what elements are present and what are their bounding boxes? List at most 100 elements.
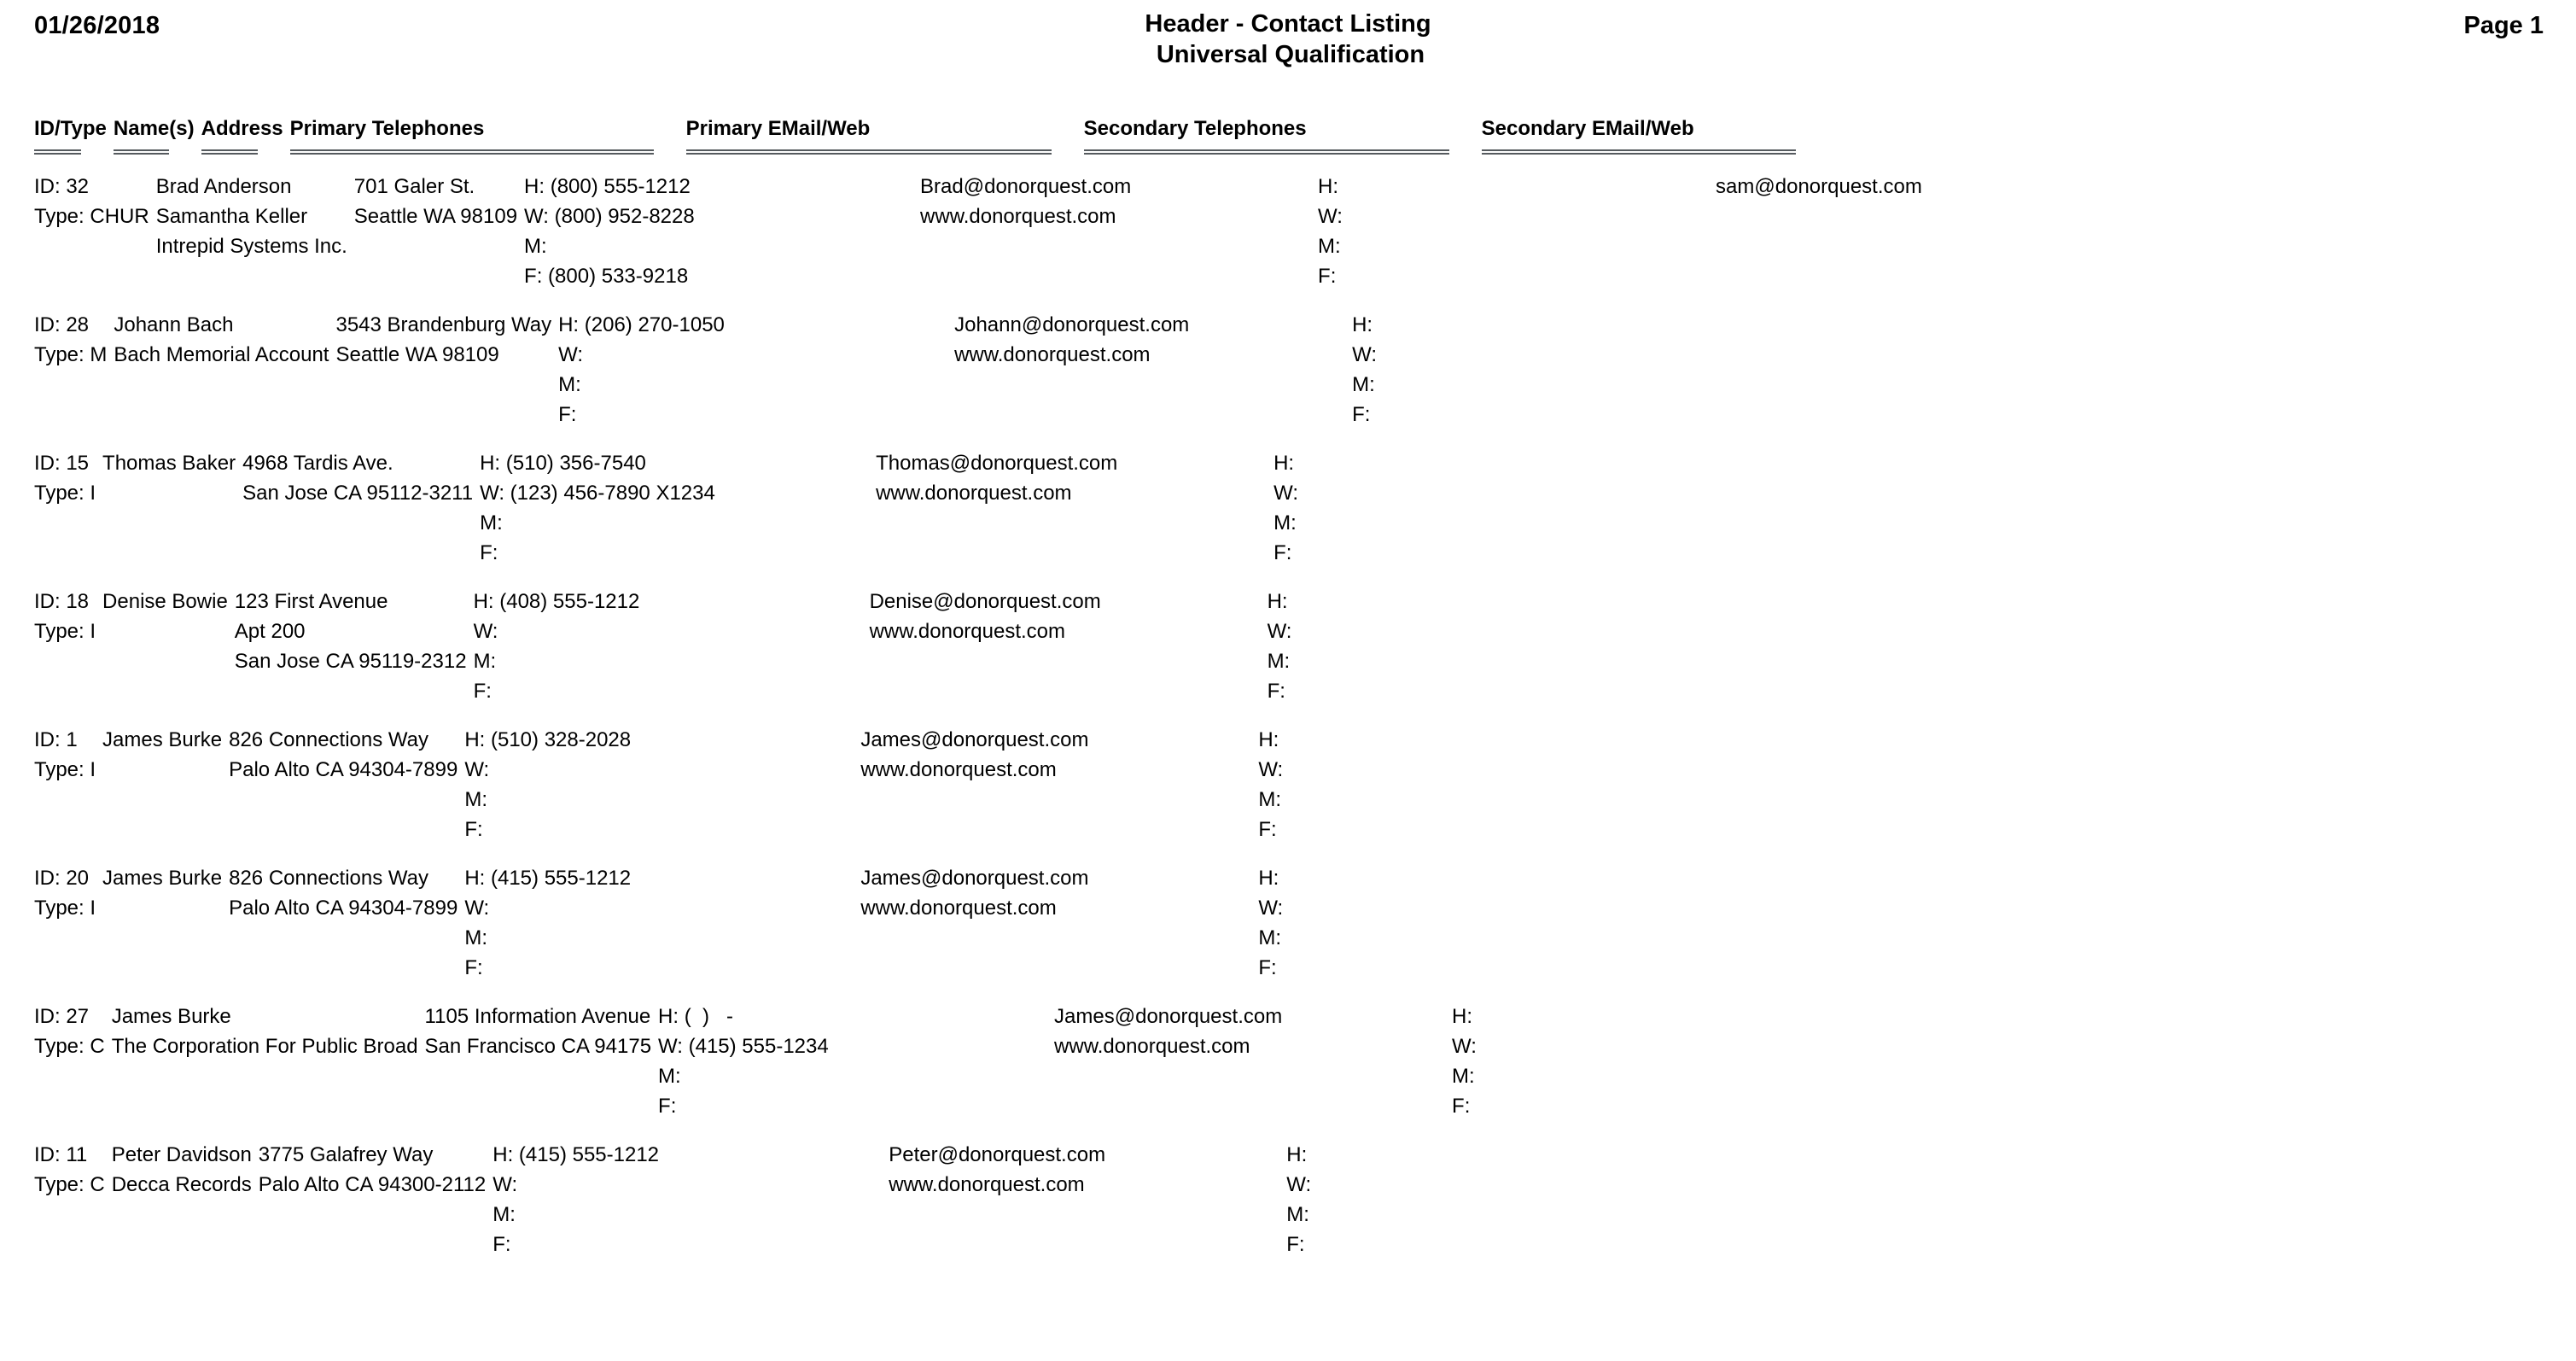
table-row[interactable]: ID: 32 Type: CHUR Brad Anderson Samantha Ke…: [34, 172, 2542, 291]
cell-line: Decca Records: [111, 1173, 252, 1196]
telephone-line: W:: [1352, 343, 1377, 366]
telephone-line: M:: [1452, 1065, 1475, 1088]
cell-line: ID: 32: [34, 175, 90, 198]
telephone-line: W:: [1318, 205, 1343, 228]
cell-line: 826 Connections Way: [229, 867, 429, 890]
telephone-line: M:: [524, 235, 547, 258]
cell-ptel: H: (415) 555-1212 W: M: F:: [464, 863, 860, 983]
cell-address: 1105 Information Avenue San Francisco CA …: [425, 1002, 659, 1061]
column-header-label: Name(s): [113, 117, 195, 140]
cell-ptel: H: ( ) - W: (415) 555-1234 M: F:: [658, 1002, 1054, 1121]
cell-stel: H: W: M: F:: [1352, 310, 1750, 429]
telephone-line: F: (800) 533-9218: [524, 265, 689, 288]
cell-line: Seattle WA 98109: [353, 205, 518, 228]
cell-line: Palo Alto CA 94300-2112: [258, 1173, 487, 1196]
column-header-label: Secondary Telephones: [1083, 117, 1307, 140]
telephone-line: F:: [464, 956, 483, 979]
cell-ptel: H: (408) 555-1212 W: M: F:: [474, 587, 870, 706]
telephone-line: F:: [492, 1233, 511, 1256]
cell-idtype: ID: 32 Type: CHUR: [34, 172, 156, 231]
telephone-line: H: (510) 356-7540: [480, 452, 646, 475]
telephone-line: M:: [492, 1203, 516, 1226]
cell-line: ID: 1: [34, 728, 78, 751]
telephone-line: F:: [1352, 403, 1371, 426]
telephone-line: H:: [1352, 313, 1373, 336]
telephone-line: F:: [1258, 818, 1277, 841]
telephone-line: W:: [1273, 482, 1298, 505]
cell-address: 826 Connections Way Palo Alto CA 94304-78…: [229, 725, 464, 785]
cell-line: Brad Anderson: [155, 175, 292, 198]
cell-line: Apt 200: [234, 620, 306, 643]
telephone-line: M:: [1258, 788, 1281, 811]
column-header-ptel: Primary Telephones: [289, 116, 686, 155]
column-header-rule: [1083, 149, 1449, 155]
telephone-line: W:: [1258, 758, 1284, 781]
cell-address: 123 First Avenue Apt 200 San Jose CA 95119…: [235, 587, 474, 676]
cell-line: Type: C: [34, 1035, 105, 1058]
cell-line: 1105 Information Avenue: [424, 1005, 651, 1028]
table-row[interactable]: ID: 27 Type: C James Burke The Corporation …: [34, 1002, 2542, 1121]
table-row[interactable]: ID: 11 Type: C Peter Davidson Decca Records…: [34, 1140, 2542, 1259]
cell-names: Johann Bach Bach Memorial Account: [114, 310, 335, 370]
table-row[interactable]: ID: 20 Type: I James Burke 826 Connections …: [34, 863, 2542, 983]
cell-line: www.donorquest.com: [1054, 1035, 1250, 1058]
cell-line: ID: 15: [34, 452, 90, 475]
telephone-line: M:: [473, 650, 497, 673]
column-header-label: ID/Type: [34, 117, 107, 140]
cell-pmail: Johann@donorquest.com www.donorquest.com: [954, 310, 1352, 370]
telephone-line: F:: [1258, 956, 1277, 979]
telephone-line: H:: [1258, 728, 1279, 751]
column-header-label: Secondary EMail/Web: [1481, 117, 1694, 140]
telephone-line: M:: [658, 1065, 681, 1088]
cell-line: Type: C: [34, 1173, 105, 1196]
telephone-line: F:: [1286, 1233, 1305, 1256]
cell-line: Intrepid Systems Inc.: [155, 235, 347, 258]
telephone-line: F:: [1273, 541, 1292, 564]
telephone-line: F:: [1452, 1095, 1471, 1118]
cell-line: James Burke: [102, 867, 223, 890]
cell-pmail: Brad@donorquest.com www.donorquest.com: [920, 172, 1318, 231]
cell-smail: sam@donorquest.com: [1716, 172, 2037, 202]
cell-line: James@donorquest.com: [860, 728, 1089, 751]
cell-idtype: ID: 11 Type: C: [34, 1140, 112, 1200]
cell-address: 3543 Brandenburg Way Seattle WA 98109: [335, 310, 558, 370]
cell-line: Type: I: [34, 620, 96, 643]
report-title-block: Header - Contact Listing Universal Quali…: [0, 9, 2576, 70]
cell-idtype: ID: 27 Type: C: [34, 1002, 112, 1061]
cell-ptel: H: (510) 356-7540 W: (123) 456-7890 X1234…: [480, 448, 876, 568]
telephone-line: H:: [1318, 175, 1339, 198]
telephone-line: W: (800) 952-8228: [524, 205, 695, 228]
cell-line: ID: 27: [34, 1005, 90, 1028]
cell-line: Thomas@donorquest.com: [876, 452, 1118, 475]
cell-idtype: ID: 15 Type: I: [34, 448, 102, 508]
telephone-line: W:: [464, 758, 490, 781]
telephone-line: W: (415) 555-1234: [658, 1035, 829, 1058]
telephone-line: M:: [1273, 511, 1297, 534]
telephone-line: H: (206) 270-1050: [558, 313, 725, 336]
column-header-address: Address: [201, 116, 290, 155]
telephone-line: M:: [464, 926, 487, 949]
table-row[interactable]: ID: 18 Type: I Denise Bowie 123 First Avenu…: [34, 587, 2542, 706]
column-header-pmail: Primary EMail/Web: [685, 116, 1084, 155]
telephone-line: M:: [1286, 1203, 1309, 1226]
cell-names: Peter Davidson Decca Records: [112, 1140, 259, 1200]
column-header-names: Name(s): [113, 116, 201, 155]
cell-idtype: ID: 28 Type: M: [34, 310, 114, 370]
cell-line: 4968 Tardis Ave.: [242, 452, 393, 475]
cell-address: 826 Connections Way Palo Alto CA 94304-78…: [229, 863, 464, 923]
cell-stel: H: W: M: F:: [1258, 725, 1656, 844]
cell-line: Brad@donorquest.com: [920, 175, 1132, 198]
table-header-row: ID/Type Name(s) Address Primary Telephones P…: [34, 116, 2542, 155]
column-header-label: Primary EMail/Web: [685, 117, 871, 140]
table-row[interactable]: ID: 28 Type: M Johann Bach Bach Memorial Ac…: [34, 310, 2542, 429]
column-header-rule: [201, 149, 258, 155]
table-row[interactable]: ID: 15 Type: I Thomas Baker 4968 Tardis Ave…: [34, 448, 2542, 568]
cell-line: James@donorquest.com: [860, 867, 1089, 890]
table-row[interactable]: ID: 1 Type: I James Burke 826 Connections W…: [34, 725, 2542, 844]
cell-line: ID: 18: [34, 590, 90, 613]
cell-line: www.donorquest.com: [876, 482, 1072, 505]
cell-line: 123 First Avenue: [234, 590, 388, 613]
telephone-line: F:: [464, 818, 483, 841]
cell-line: Type: I: [34, 758, 96, 781]
cell-line: San Jose CA 95112-3211: [242, 482, 474, 505]
